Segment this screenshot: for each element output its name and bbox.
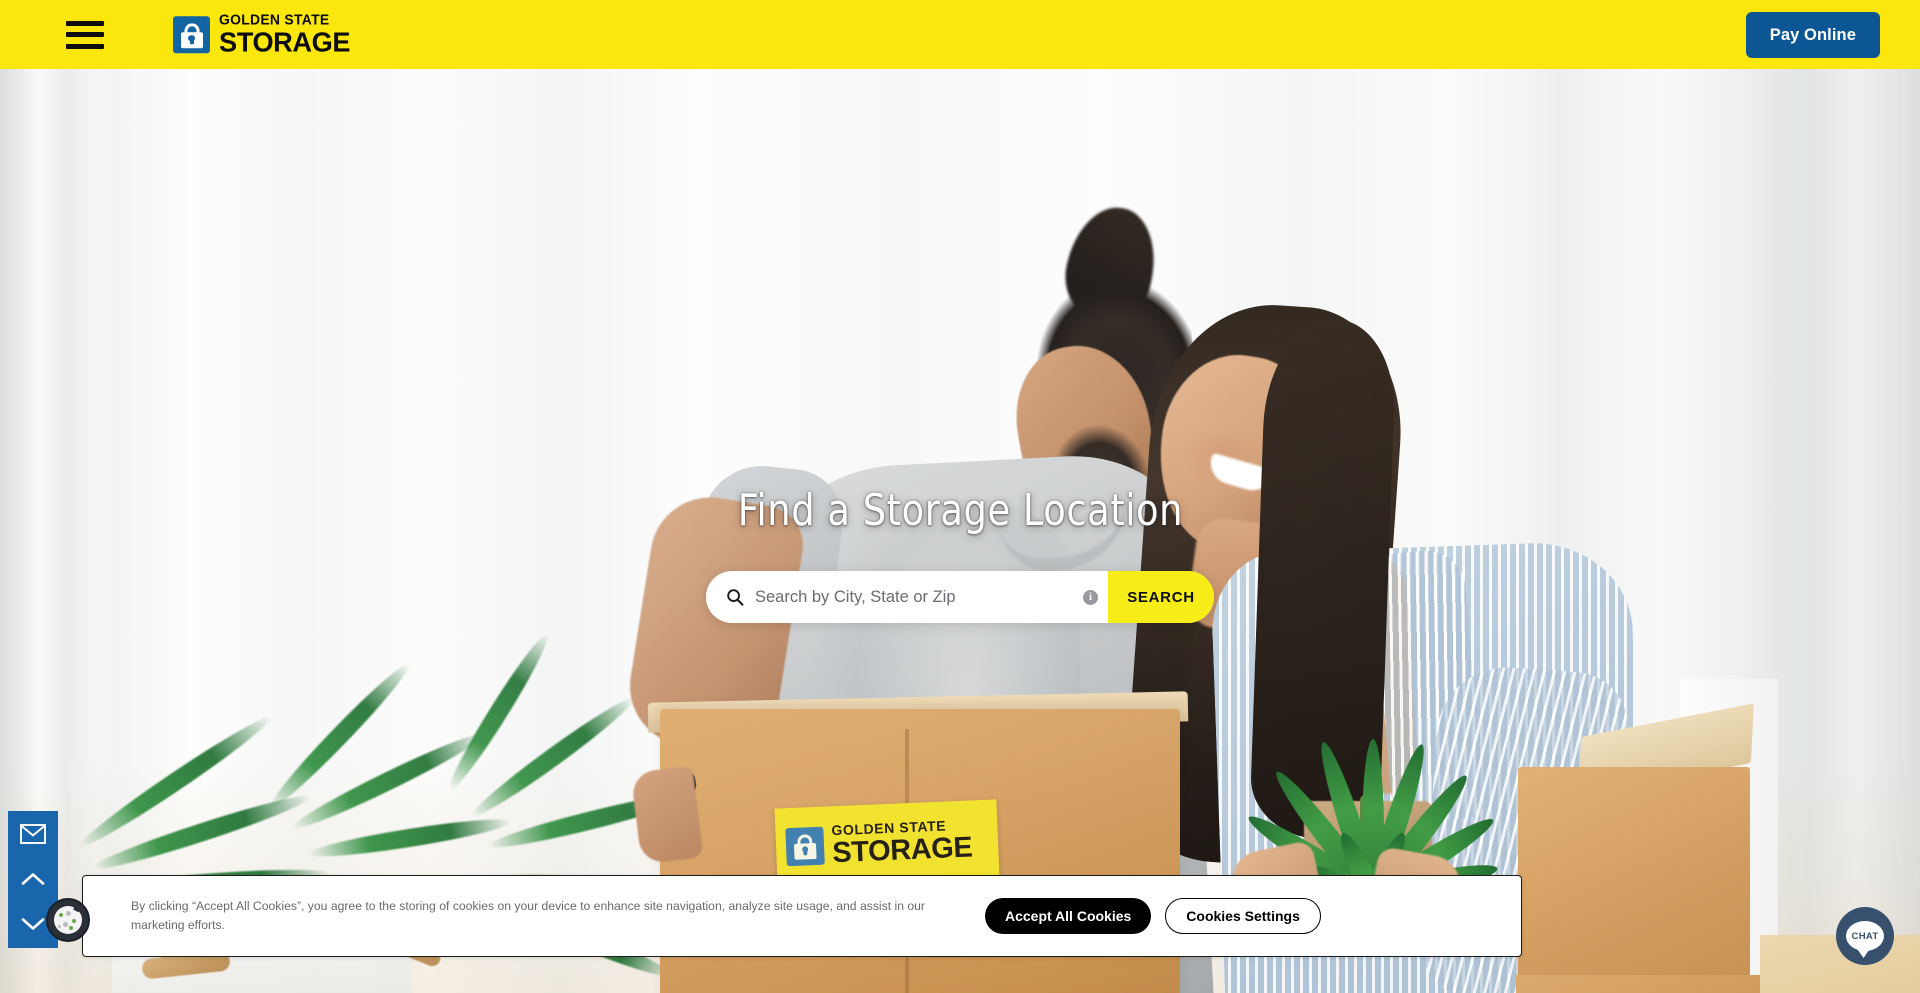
hamburger-bar (66, 32, 104, 37)
hero-content: Find a Storage Location i SEARCH (0, 69, 1920, 993)
scroll-up-button[interactable] (8, 856, 58, 901)
chevron-up-icon (21, 872, 45, 886)
search-input[interactable] (755, 587, 1083, 607)
page-root: GOLDEN STATE STORAGE Pay Online GOLDEN S… (0, 0, 1920, 993)
hamburger-bar (66, 43, 104, 49)
site-logo[interactable]: GOLDEN STATE STORAGE (173, 13, 354, 57)
chat-bubble-icon: CHAT (1846, 921, 1884, 951)
pay-online-button[interactable]: Pay Online (1745, 11, 1880, 58)
contact-email-button[interactable] (8, 811, 58, 856)
logo-line-2: STORAGE (219, 26, 351, 58)
page-title: Find a Storage Location (737, 485, 1183, 536)
envelope-icon (20, 823, 46, 844)
chat-label: CHAT (1851, 930, 1879, 942)
accept-all-cookies-button[interactable]: Accept All Cookies (985, 898, 1152, 934)
info-circle-icon[interactable]: i (1083, 589, 1098, 605)
site-header: GOLDEN STATE STORAGE Pay Online (0, 0, 1920, 69)
cookie-consent-banner: By clicking “Accept All Cookies”, you ag… (82, 875, 1522, 957)
logo-wordmark: GOLDEN STATE STORAGE (219, 13, 354, 57)
chevron-down-icon (21, 917, 45, 931)
logo-line-1: GOLDEN STATE (219, 11, 330, 28)
cookie-preferences-button[interactable] (46, 898, 90, 942)
cookie-icon (54, 906, 82, 934)
location-search-bar: i SEARCH (706, 571, 1214, 623)
padlock-icon (173, 16, 210, 53)
search-button[interactable]: SEARCH (1108, 571, 1214, 623)
hamburger-bar (66, 20, 104, 26)
cookie-banner-actions: Accept All Cookies Cookies Settings (985, 898, 1321, 934)
chat-widget-button[interactable]: CHAT (1836, 907, 1894, 965)
magnifier-icon (726, 588, 744, 606)
hero-section: GOLDEN STATE STORAGE Find a Storage Loca… (0, 69, 1920, 993)
cookies-settings-button[interactable]: Cookies Settings (1165, 898, 1321, 934)
hamburger-menu-icon[interactable] (66, 20, 104, 49)
cookie-banner-message: By clicking “Accept All Cookies”, you ag… (131, 899, 925, 932)
